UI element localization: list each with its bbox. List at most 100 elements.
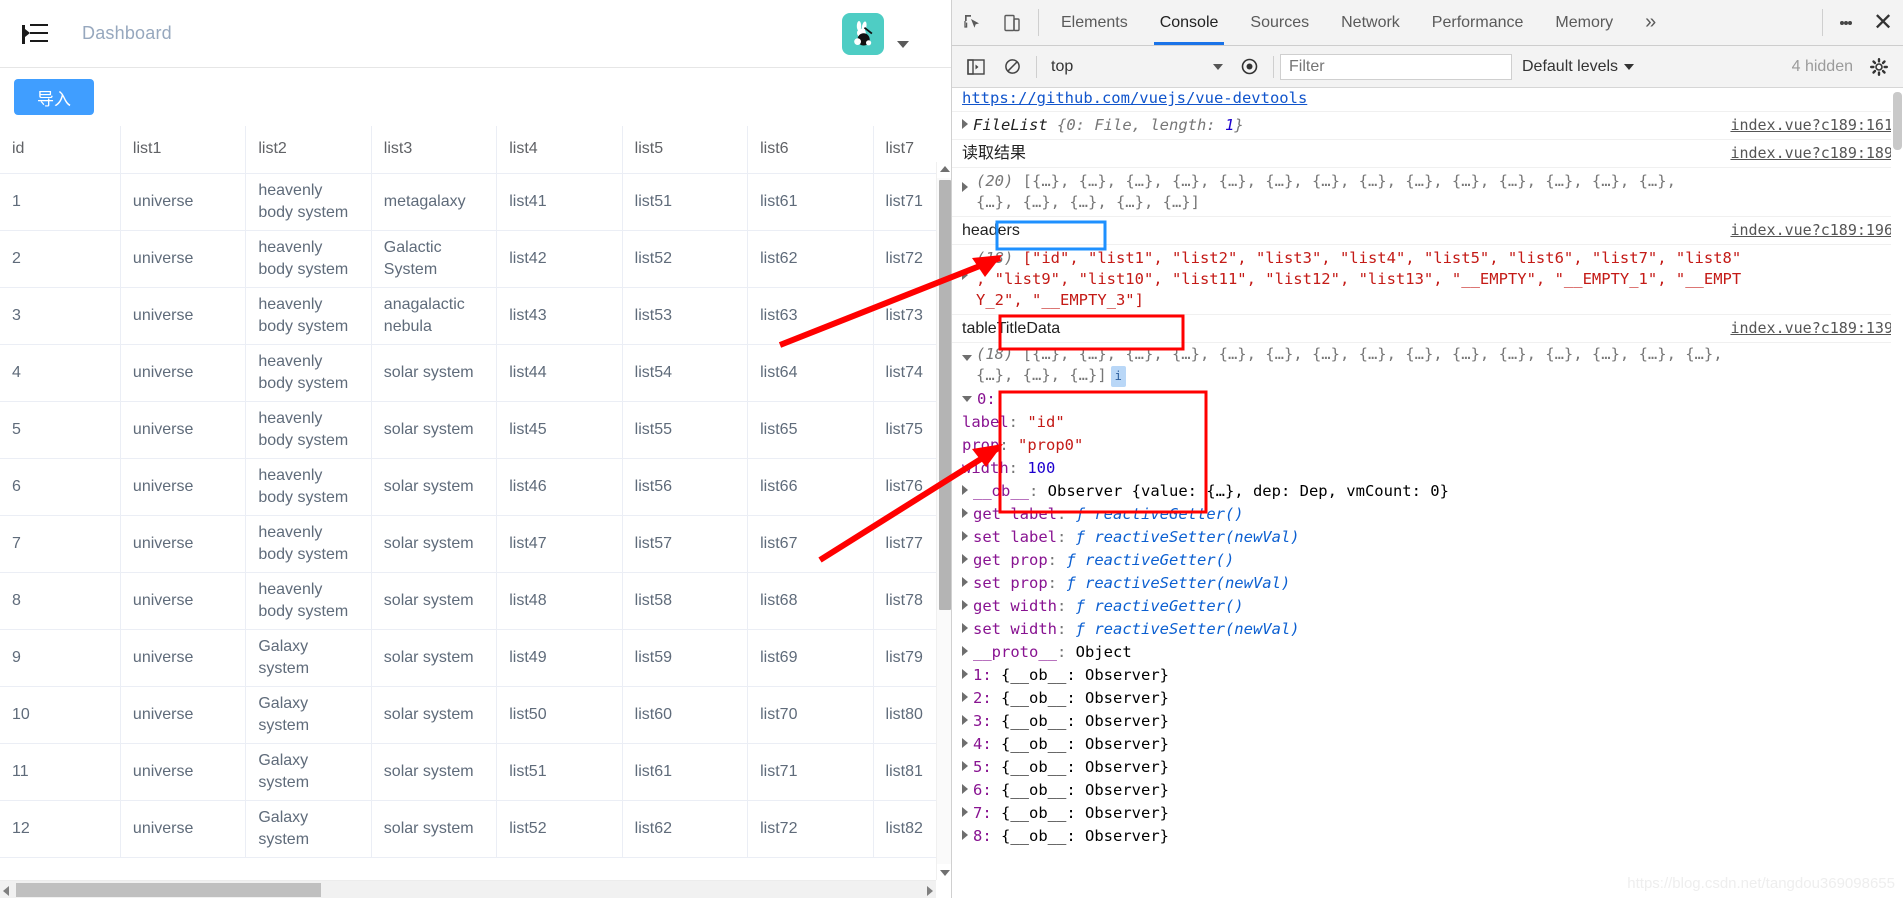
- table-row[interactable]: 2 universe heavenly body system Galactic Sy…: [0, 230, 936, 288]
- observer-list-item[interactable]: 8: {__ob__: Observer}: [952, 825, 1903, 848]
- more-tabs-button[interactable]: »: [1629, 0, 1672, 45]
- tab-network[interactable]: Network: [1325, 0, 1416, 45]
- console-output[interactable]: https://github.com/vuejs/vue-devtools Fi…: [952, 88, 1903, 898]
- source-link[interactable]: index.vue?c189:139: [1730, 318, 1893, 339]
- table-column-header[interactable]: id: [0, 126, 121, 174]
- expand-arrow-icon[interactable]: [962, 119, 968, 129]
- expand-arrow-icon[interactable]: [962, 577, 968, 587]
- expand-arrow-icon[interactable]: [962, 508, 968, 518]
- live-expression-icon[interactable]: [1231, 52, 1267, 82]
- object-proto-line[interactable]: __proto__: Object: [952, 641, 1903, 664]
- tab-performance[interactable]: Performance: [1416, 0, 1540, 45]
- expand-arrow-icon[interactable]: [962, 646, 968, 656]
- collapse-arrow-icon[interactable]: [962, 355, 972, 361]
- scroll-up-arrow-icon[interactable]: [940, 166, 950, 172]
- source-link[interactable]: index.vue?c189:196: [1730, 220, 1893, 241]
- object-accessor-row[interactable]: get prop: ƒ reactiveGetter(): [952, 549, 1903, 572]
- table-row[interactable]: 11 universe Galaxy system solar system list5…: [0, 743, 936, 801]
- more-options-icon[interactable]: [1829, 0, 1863, 45]
- table-row[interactable]: 5 universe heavenly body system solar syste…: [0, 401, 936, 459]
- object-observer-line[interactable]: __ob__: Observer {value: {…}, dep: Dep, …: [952, 480, 1903, 503]
- table-row[interactable]: 10 universe Galaxy system solar system list5…: [0, 686, 936, 744]
- table-column-header[interactable]: list1: [120, 126, 247, 174]
- info-badge[interactable]: i: [1110, 366, 1126, 387]
- object-accessor-row[interactable]: get label: ƒ reactiveGetter(): [952, 503, 1903, 526]
- object-accessor-row[interactable]: get width: ƒ reactiveGetter(): [952, 595, 1903, 618]
- table-row[interactable]: 4 universe heavenly body system solar syste…: [0, 344, 936, 402]
- indent-menu-icon[interactable]: [22, 23, 48, 45]
- table-row[interactable]: 7 universe heavenly body system solar syste…: [0, 515, 936, 573]
- log-levels-dropdown[interactable]: Default levels: [1522, 58, 1635, 76]
- observer-list-item[interactable]: 7: {__ob__: Observer}: [952, 802, 1903, 825]
- expand-arrow-icon[interactable]: [962, 182, 968, 192]
- expand-arrow-icon[interactable]: [962, 531, 968, 541]
- import-button[interactable]: 导入: [14, 79, 94, 115]
- rabbit-avatar-icon[interactable]: [842, 13, 884, 55]
- expand-arrow-icon[interactable]: [962, 784, 968, 794]
- scroll-left-arrow-icon[interactable]: [3, 886, 9, 896]
- console-sidebar-icon[interactable]: [958, 52, 994, 82]
- source-link[interactable]: index.vue?c189:161: [1730, 115, 1893, 136]
- chevron-down-icon[interactable]: [897, 40, 909, 48]
- table-column-header[interactable]: list2: [245, 126, 372, 174]
- expand-arrow-icon[interactable]: [962, 623, 968, 633]
- execution-context-select[interactable]: top: [1043, 54, 1231, 80]
- inspect-element-icon[interactable]: [952, 0, 992, 45]
- source-link[interactable]: index.vue?c189:189: [1730, 143, 1893, 164]
- clear-console-icon[interactable]: [994, 52, 1030, 82]
- collapse-arrow-icon[interactable]: [962, 396, 972, 402]
- table-cell: 9: [0, 629, 121, 687]
- tab-memory[interactable]: Memory: [1539, 0, 1629, 45]
- object-accessor-row[interactable]: set label: ƒ reactiveSetter(newVal): [952, 526, 1903, 549]
- scroll-right-arrow-icon[interactable]: [927, 886, 933, 896]
- console-filter-input[interactable]: [1280, 53, 1512, 80]
- observer-list-item[interactable]: 2: {__ob__: Observer}: [952, 687, 1903, 710]
- scroll-down-arrow-icon[interactable]: [940, 870, 950, 876]
- table-row[interactable]: 9 universe Galaxy system solar system list49…: [0, 629, 936, 687]
- expand-arrow-icon[interactable]: [962, 600, 968, 610]
- table-row[interactable]: 6 universe heavenly body system solar syste…: [0, 458, 936, 516]
- data-table-scroll[interactable]: id list1 list2 list3 list4 list5 list6 list7 1u…: [0, 126, 936, 880]
- table-column-header[interactable]: list5: [622, 126, 749, 174]
- vue-devtools-link[interactable]: https://github.com/vuejs/vue-devtools: [962, 89, 1307, 107]
- expand-arrow-icon[interactable]: [962, 807, 968, 817]
- expand-arrow-icon[interactable]: [962, 738, 968, 748]
- vertical-scroll-thumb[interactable]: [939, 180, 951, 610]
- observer-list-item[interactable]: 1: {__ob__: Observer}: [952, 664, 1903, 687]
- expand-arrow-icon[interactable]: [962, 761, 968, 771]
- expand-arrow-icon[interactable]: [962, 830, 968, 840]
- console-scroll-thumb[interactable]: [1893, 92, 1902, 150]
- close-icon[interactable]: ✕: [1863, 0, 1903, 45]
- expand-arrow-icon[interactable]: [962, 715, 968, 725]
- object-accessor-row[interactable]: set width: ƒ reactiveSetter(newVal): [952, 618, 1903, 641]
- table-row[interactable]: 1 universe heavenly body system metagalaxy l…: [0, 173, 936, 231]
- console-vertical-scrollbar[interactable]: [1891, 88, 1903, 898]
- table-column-header[interactable]: list4: [496, 126, 623, 174]
- tab-sources[interactable]: Sources: [1234, 0, 1325, 45]
- table-row[interactable]: 8 universe heavenly body system solar syste…: [0, 572, 936, 630]
- expand-arrow-icon[interactable]: [962, 485, 968, 495]
- user-menu[interactable]: [842, 13, 909, 55]
- observer-list-item[interactable]: 3: {__ob__: Observer}: [952, 710, 1903, 733]
- horizontal-scroll-thumb[interactable]: [16, 883, 321, 897]
- tab-elements[interactable]: Elements: [1045, 0, 1144, 45]
- observer-list-item[interactable]: 5: {__ob__: Observer}: [952, 756, 1903, 779]
- expand-arrow-icon[interactable]: [962, 270, 968, 280]
- expand-arrow-icon[interactable]: [962, 692, 968, 702]
- device-toolbar-icon[interactable]: [992, 0, 1032, 45]
- object-index-0[interactable]: 0:: [952, 388, 1903, 411]
- gear-icon[interactable]: [1861, 52, 1897, 82]
- observer-list-item[interactable]: 6: {__ob__: Observer}: [952, 779, 1903, 802]
- table-column-header[interactable]: list6: [747, 126, 874, 174]
- table-column-header[interactable]: list7: [873, 126, 936, 174]
- expand-arrow-icon[interactable]: [962, 554, 968, 564]
- table-row[interactable]: 12 universe Galaxy system solar system list5…: [0, 800, 936, 858]
- table-column-header[interactable]: list3: [371, 126, 498, 174]
- table-horizontal-scrollbar[interactable]: [0, 880, 936, 898]
- table-vertical-scrollbar[interactable]: [936, 162, 951, 880]
- observer-list-item[interactable]: 4: {__ob__: Observer}: [952, 733, 1903, 756]
- object-accessor-row[interactable]: set prop: ƒ reactiveSetter(newVal): [952, 572, 1903, 595]
- table-row[interactable]: 3 universe heavenly body system anagalactic…: [0, 287, 936, 345]
- tab-console[interactable]: Console: [1144, 0, 1235, 45]
- expand-arrow-icon[interactable]: [962, 669, 968, 679]
